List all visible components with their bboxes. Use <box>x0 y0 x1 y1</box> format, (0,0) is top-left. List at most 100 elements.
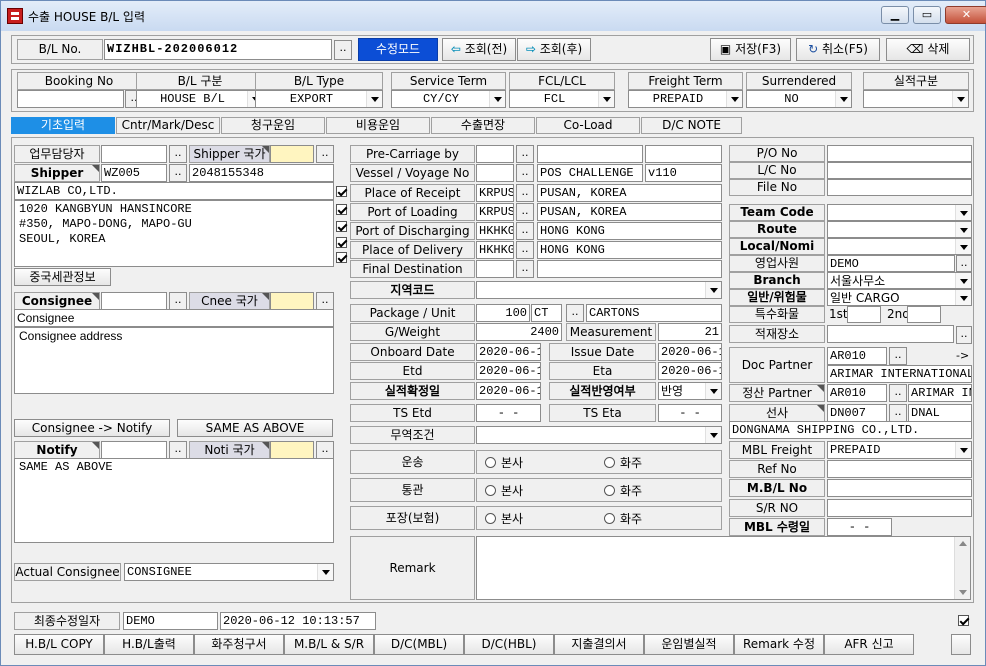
package-qty-input[interactable]: 100 <box>476 304 530 322</box>
tab-5[interactable]: Co-Load <box>536 117 640 134</box>
confirm-date-input[interactable]: 2020-06-12 <box>476 382 541 400</box>
remark-scrollbar[interactable] <box>954 537 970 599</box>
lc-no-input[interactable] <box>827 162 972 179</box>
consignee-code-input[interactable] <box>101 292 167 310</box>
notify-lookup[interactable]: .. <box>169 441 187 459</box>
settle-partner-name-input[interactable]: ARIMAR INT <box>908 384 972 402</box>
radio-opt2[interactable] <box>604 485 615 496</box>
consignee-address-input[interactable]: Consignee address <box>14 327 334 394</box>
footer-button-5[interactable]: D/C(HBL) <box>464 634 554 655</box>
issue-date-input[interactable]: 2020-06-12 <box>658 343 722 361</box>
save-button[interactable]: ▣ 저장(F3) <box>710 38 791 61</box>
vessel-lookup[interactable]: .. <box>516 164 534 182</box>
first-input[interactable] <box>847 306 881 323</box>
carrier-code-input[interactable]: DN007 <box>827 404 887 422</box>
pre-carriage-name-input[interactable] <box>537 145 643 163</box>
port-lookup[interactable]: .. <box>516 222 534 240</box>
trade-terms-select[interactable] <box>476 426 722 444</box>
header-select-2[interactable]: EXPORT <box>255 90 383 108</box>
radio-opt2[interactable] <box>604 457 615 468</box>
radio-opt2[interactable] <box>604 513 615 524</box>
port-code-input[interactable]: KRPUS <box>476 184 514 202</box>
shipper-name-input[interactable]: WIZLAB CO,LTD. <box>14 182 334 200</box>
gweight-input[interactable]: 2400 <box>476 323 562 341</box>
shipper-lookup[interactable]: .. <box>169 164 187 182</box>
port-lookup[interactable]: .. <box>516 203 534 221</box>
carrier-name-input[interactable]: DONGNAMA SHIPPING CO.,LTD. <box>729 421 972 439</box>
tab-4[interactable]: 수출면장 <box>431 117 535 134</box>
branch-select[interactable]: 서울사무소 <box>827 272 972 289</box>
footer-checkbox[interactable] <box>958 615 969 626</box>
sales-manager-input[interactable] <box>101 145 167 163</box>
port-code-input[interactable]: HKHKG <box>476 222 514 240</box>
edit-mode-button[interactable]: 수정모드 <box>358 38 438 61</box>
port-name-input[interactable]: PUSAN, KOREA <box>537 184 722 202</box>
second-input[interactable] <box>907 306 941 323</box>
port-code-input[interactable]: KRPUS <box>476 203 514 221</box>
footer-button-4[interactable]: D/C(MBL) <box>374 634 464 655</box>
loading-place-lookup[interactable]: .. <box>956 326 972 344</box>
same-as-above-button[interactable]: SAME AS ABOVE <box>177 419 333 437</box>
tab-0[interactable]: 기초입력 <box>11 117 115 134</box>
measurement-input[interactable]: 21 <box>658 323 722 341</box>
tab-2[interactable]: 청구운임 <box>221 117 325 134</box>
footer-extra-button[interactable] <box>951 634 971 655</box>
port-name-input[interactable]: HONG KONG <box>537 241 722 259</box>
footer-button-8[interactable]: Remark 수정 <box>734 634 824 655</box>
local-nomi-select[interactable] <box>827 238 972 255</box>
bl-no-lookup-button[interactable]: .. <box>334 40 352 60</box>
noti-country-lookup[interactable]: .. <box>316 441 334 459</box>
carrier-lookup[interactable]: .. <box>889 404 907 422</box>
ts-etd-input[interactable]: - - <box>476 404 541 422</box>
cnee-country-lookup[interactable]: .. <box>316 292 334 310</box>
port-code-input[interactable]: HKHKG <box>476 241 514 259</box>
header-select-1[interactable]: HOUSE B/L <box>136 90 264 108</box>
etd-input[interactable]: 2020-06-12 <box>476 362 541 380</box>
booking-no-input[interactable] <box>17 90 124 108</box>
port-name-input[interactable] <box>537 260 722 278</box>
next-button[interactable]: ⇨ 조회(후) <box>517 38 591 61</box>
mbl-received-input[interactable]: - - <box>827 518 892 536</box>
pre-carriage-lookup[interactable]: .. <box>516 145 534 163</box>
consignee-lookup[interactable]: .. <box>169 292 187 310</box>
team-code-select[interactable] <box>827 204 972 221</box>
port-lookup[interactable]: .. <box>516 241 534 259</box>
ts-eta-input[interactable]: - - <box>658 404 722 422</box>
notify-code-input[interactable] <box>101 441 167 459</box>
footer-button-7[interactable]: 운임별실적 <box>644 634 734 655</box>
shipper-address-input[interactable]: 1020 KANGBYUN HANSINCORE #350, MAPO-DONG… <box>14 200 334 267</box>
tab-3[interactable]: 비용운임 <box>326 117 430 134</box>
mbl-freight-select[interactable]: PREPAID <box>827 441 972 459</box>
footer-button-6[interactable]: 지출결의서 <box>554 634 644 655</box>
shipper-checkbox-5[interactable] <box>336 252 347 263</box>
sales-rep-lookup[interactable]: .. <box>956 255 972 272</box>
voyage-input[interactable]: v110 <box>645 164 722 182</box>
header-select-6[interactable]: NO <box>746 90 852 108</box>
shipper-checkbox-2[interactable] <box>336 204 347 215</box>
footer-button-1[interactable]: H.B/L출력 <box>104 634 194 655</box>
footer-button-0[interactable]: H.B/L COPY <box>14 634 104 655</box>
file-no-input[interactable] <box>827 179 972 196</box>
tab-1[interactable]: Cntr/Mark/Desc <box>116 117 220 134</box>
tab-6[interactable]: D/C NOTE <box>641 117 742 134</box>
shipper-checkbox-3[interactable] <box>336 221 347 232</box>
carrier-short-input[interactable]: DNAL <box>908 404 972 422</box>
prev-button[interactable]: ⇦ 조회(전) <box>442 38 516 61</box>
arrow-right-icon[interactable]: -> <box>956 349 969 362</box>
sales-manager-lookup[interactable]: .. <box>169 145 187 163</box>
po-no-input[interactable] <box>827 145 972 162</box>
noti-country-input[interactable] <box>270 441 314 459</box>
cnee-country-input[interactable] <box>270 292 314 310</box>
radio-opt1[interactable] <box>485 513 496 524</box>
vessel-code-input[interactable] <box>476 164 514 182</box>
cargo-type-select[interactable]: 일반 CARGO <box>827 289 972 306</box>
header-select-7[interactable] <box>863 90 969 108</box>
doc-partner-code-input[interactable]: AR010 <box>827 347 887 365</box>
consignee-to-notify-button[interactable]: Consignee -> Notify <box>14 419 170 437</box>
package-desc-input[interactable]: CARTONS <box>586 304 722 322</box>
header-select-3[interactable]: CY/CY <box>391 90 506 108</box>
port-name-input[interactable]: PUSAN, KOREA <box>537 203 722 221</box>
settle-partner-code-input[interactable]: AR010 <box>827 384 887 402</box>
package-unit-input[interactable]: CT <box>531 304 562 322</box>
port-code-input[interactable] <box>476 260 514 278</box>
